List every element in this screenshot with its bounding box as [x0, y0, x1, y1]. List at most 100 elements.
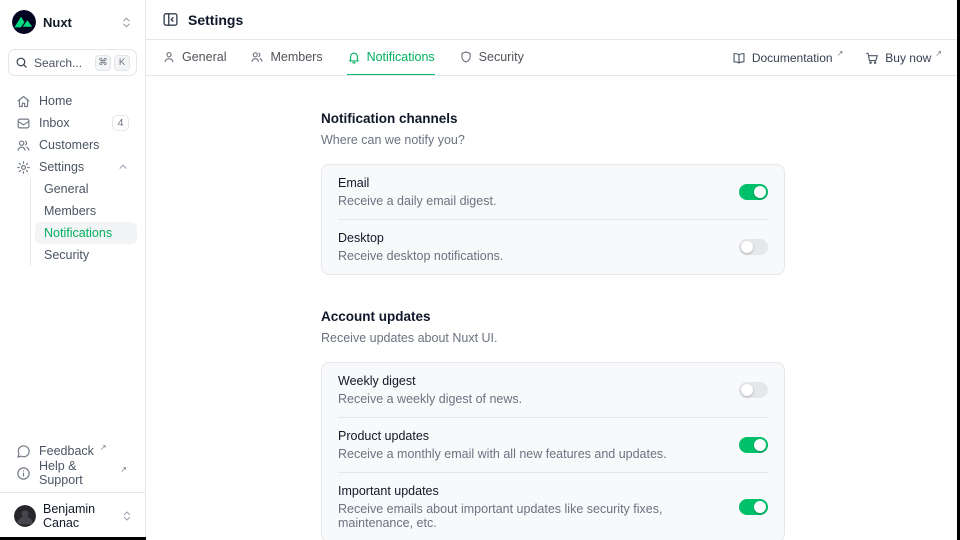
- chevron-up-icon: [117, 161, 129, 173]
- book-open-icon: [732, 51, 746, 65]
- external-link-icon: ↗: [935, 49, 942, 58]
- bell-icon: [347, 50, 361, 64]
- section-title: Account updates: [321, 309, 785, 324]
- buy-now-link[interactable]: Buy now ↗: [865, 51, 944, 65]
- setting-row-email: Email Receive a daily email digest.: [322, 165, 784, 219]
- feedback-label: Feedback: [39, 444, 94, 458]
- tab-label: Notifications: [367, 50, 435, 64]
- inbox-count-badge: 4: [112, 115, 129, 131]
- setting-title: Important updates: [338, 484, 727, 498]
- account-updates-card: Weekly digest Receive a weekly digest of…: [321, 362, 785, 540]
- sidebar-item-label: Security: [44, 248, 89, 262]
- important-updates-toggle[interactable]: [739, 499, 768, 515]
- sidebar-item-label: Members: [44, 204, 96, 218]
- sidebar-item-label: Inbox: [39, 116, 70, 130]
- avatar: [14, 505, 36, 527]
- users-icon: [250, 50, 264, 64]
- chat-bubble-icon: [16, 444, 31, 459]
- setting-row-desktop: Desktop Receive desktop notifications.: [322, 220, 784, 274]
- user-name: Benjamin Canac: [43, 502, 114, 530]
- workspace-name: Nuxt: [43, 15, 72, 30]
- product-updates-toggle[interactable]: [739, 437, 768, 453]
- inbox-icon: [16, 116, 31, 131]
- page-header: Settings: [146, 0, 960, 40]
- sidebar: Nuxt Search... ⌘ K Home: [0, 0, 146, 540]
- workspace-switcher[interactable]: Nuxt: [8, 8, 137, 36]
- sidebar-item-customers[interactable]: Customers: [8, 134, 137, 156]
- notifications-settings-page: Notification channels Where can we notif…: [146, 76, 960, 540]
- setting-description: Receive emails about important updates l…: [338, 502, 727, 530]
- tab-label: Security: [479, 50, 524, 64]
- sidebar-item-label: Notifications: [44, 226, 112, 240]
- home-icon: [16, 94, 31, 109]
- tab-general[interactable]: General: [162, 40, 226, 75]
- tab-members[interactable]: Members: [250, 40, 322, 75]
- sidebar-collapse-icon[interactable]: [162, 11, 179, 28]
- user-menu[interactable]: Benjamin Canac: [8, 500, 137, 532]
- setting-row-weekly-digest: Weekly digest Receive a weekly digest of…: [322, 363, 784, 417]
- page-title: Settings: [188, 12, 243, 28]
- info-circle-icon: [16, 466, 31, 481]
- sidebar-item-general[interactable]: General: [35, 178, 137, 200]
- notification-channels-section: Notification channels Where can we notif…: [321, 111, 785, 275]
- setting-title: Email: [338, 176, 496, 190]
- desktop-toggle[interactable]: [739, 239, 768, 255]
- toolbar-actions: Documentation ↗ Buy now ↗: [732, 40, 944, 75]
- gear-icon: [16, 160, 31, 175]
- setting-description: Receive desktop notifications.: [338, 249, 503, 263]
- external-link-icon: ↗: [100, 443, 107, 452]
- email-toggle[interactable]: [739, 184, 768, 200]
- help-support-link[interactable]: Help & Support ↗: [8, 462, 137, 484]
- shield-icon: [459, 50, 473, 64]
- sidebar-item-label: Settings: [39, 160, 84, 174]
- sidebar-item-inbox[interactable]: Inbox 4: [8, 112, 137, 134]
- sidebar-item-settings[interactable]: Settings: [8, 156, 137, 178]
- users-icon: [16, 138, 31, 153]
- tab-notifications[interactable]: Notifications: [347, 40, 435, 75]
- main-panel: Settings General Members Notifications: [146, 0, 960, 540]
- sidebar-item-label: Customers: [39, 138, 99, 152]
- setting-title: Weekly digest: [338, 374, 522, 388]
- divider: [0, 492, 145, 493]
- setting-title: Product updates: [338, 429, 667, 443]
- account-updates-section: Account updates Receive updates about Nu…: [321, 309, 785, 540]
- notification-channels-card: Email Receive a daily email digest. Desk…: [321, 164, 785, 275]
- tab-label: Members: [270, 50, 322, 64]
- weekly-digest-toggle[interactable]: [739, 382, 768, 398]
- search-icon: [15, 56, 28, 69]
- documentation-link[interactable]: Documentation ↗: [732, 51, 845, 65]
- chevrons-up-down-icon: [121, 510, 133, 522]
- setting-description: Receive a monthly email with all new fea…: [338, 447, 667, 461]
- search-placeholder: Search...: [34, 56, 82, 70]
- sidebar-nav: Home Inbox 4 Customers Settings: [8, 90, 137, 266]
- tab-security[interactable]: Security: [459, 40, 524, 75]
- section-description: Receive updates about Nuxt UI.: [321, 331, 785, 345]
- sidebar-item-security[interactable]: Security: [35, 244, 137, 266]
- sidebar-footer: Feedback ↗ Help & Support ↗ Benjamin Can…: [8, 440, 137, 532]
- section-title: Notification channels: [321, 111, 785, 126]
- nuxt-logo-icon: [12, 10, 36, 34]
- setting-description: Receive a daily email digest.: [338, 194, 496, 208]
- search-input[interactable]: Search... ⌘ K: [8, 49, 137, 76]
- documentation-label: Documentation: [752, 51, 833, 65]
- sidebar-item-label: Home: [39, 94, 72, 108]
- help-support-label: Help & Support: [39, 459, 114, 487]
- setting-row-important-updates: Important updates Receive emails about i…: [322, 473, 784, 540]
- sidebar-item-home[interactable]: Home: [8, 90, 137, 112]
- sidebar-item-members[interactable]: Members: [35, 200, 137, 222]
- setting-description: Receive a weekly digest of news.: [338, 392, 522, 406]
- setting-row-product-updates: Product updates Receive a monthly email …: [322, 418, 784, 472]
- settings-tabbar: General Members Notifications Security: [146, 40, 960, 76]
- sidebar-item-notifications[interactable]: Notifications: [35, 222, 137, 244]
- buy-now-label: Buy now: [885, 51, 931, 65]
- app-window: Nuxt Search... ⌘ K Home: [0, 0, 960, 540]
- shopping-cart-icon: [865, 51, 879, 65]
- setting-title: Desktop: [338, 231, 503, 245]
- kbd-k: K: [114, 55, 130, 71]
- settings-subnav: General Members Notifications Security: [30, 178, 137, 266]
- search-shortcut: ⌘ K: [95, 55, 130, 71]
- kbd-meta: ⌘: [95, 55, 111, 71]
- sidebar-item-label: General: [44, 182, 88, 196]
- chevrons-up-down-icon: [120, 16, 133, 29]
- section-description: Where can we notify you?: [321, 133, 785, 147]
